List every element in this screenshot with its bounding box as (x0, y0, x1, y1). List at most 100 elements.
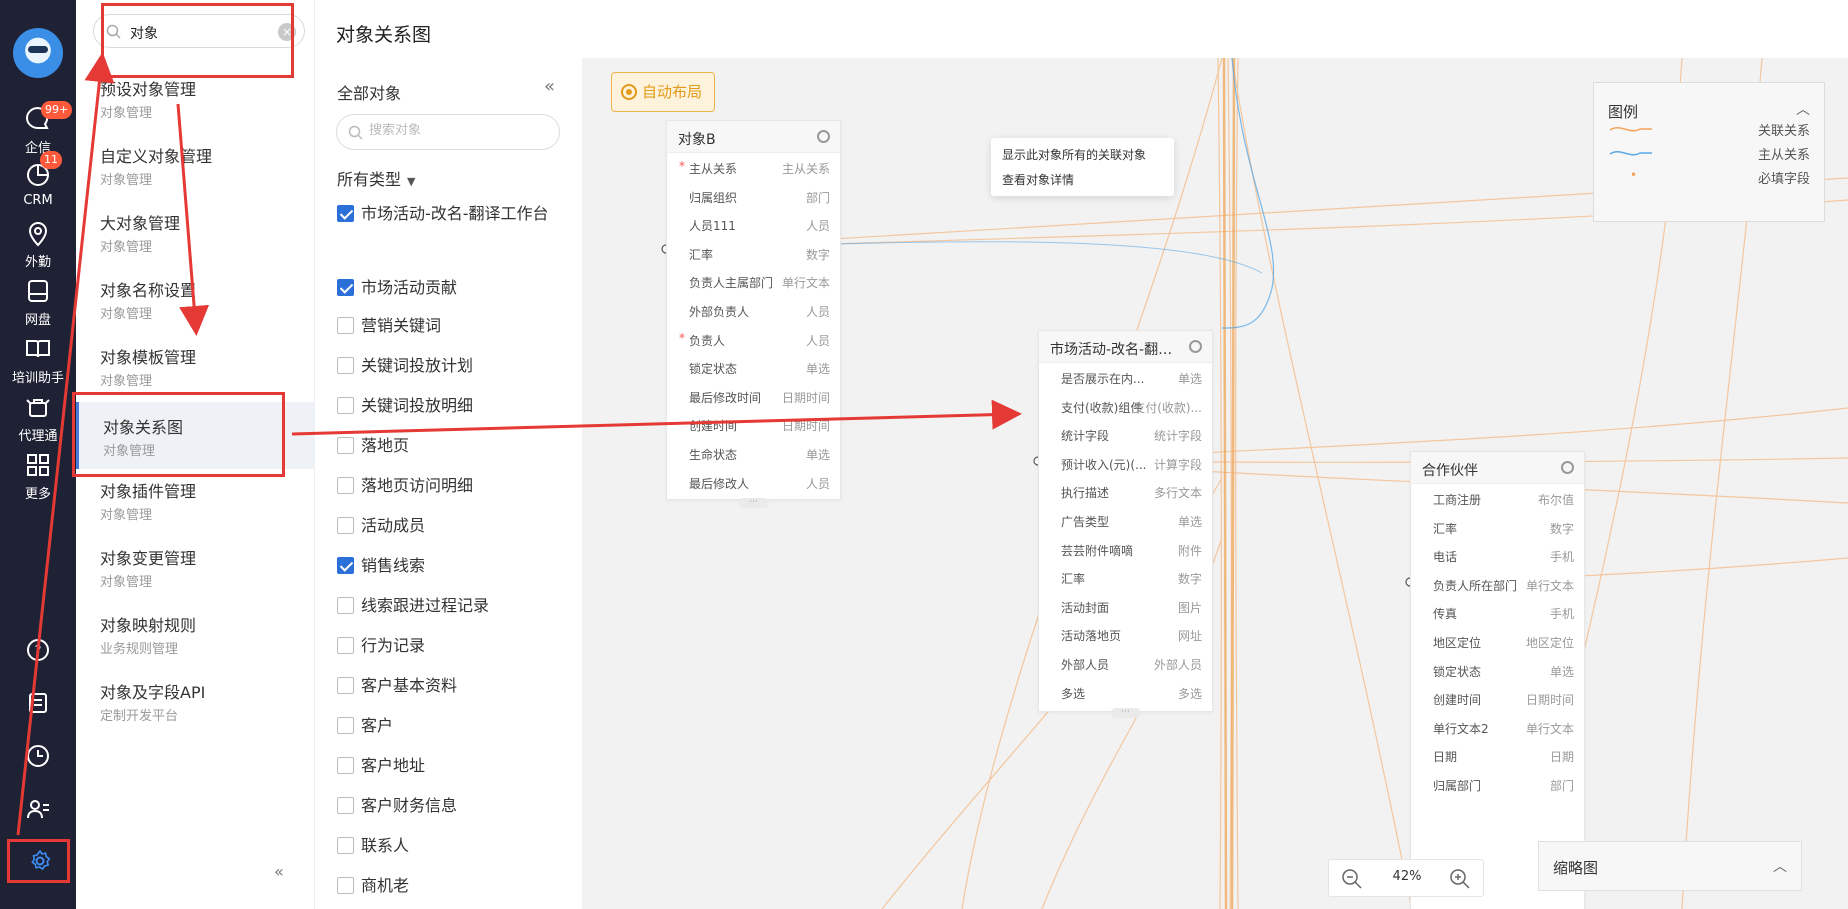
object-checkbox-row[interactable]: 关键词投放计划 (337, 354, 569, 377)
minimap-panel[interactable]: 缩略图 ︿ (1538, 841, 1802, 891)
object-checkbox-row[interactable]: 客户地址 (337, 754, 569, 777)
checkbox[interactable] (337, 557, 354, 574)
node-field-row[interactable]: 锁定状态 单选 (667, 353, 840, 382)
node-field-row[interactable]: 归属组织 部门 (667, 182, 840, 211)
node-field-row[interactable]: 单行文本2 单行文本 (1411, 713, 1584, 742)
rail-item-disk[interactable]: 网盘 (0, 276, 76, 328)
expand-minimap-icon[interactable]: ︿ (1773, 856, 1787, 876)
collapse-menu-icon[interactable]: « (274, 862, 284, 881)
node-field-row[interactable]: 传真 手机 (1411, 598, 1584, 627)
object-checkbox-row[interactable]: 市场活动-改名-翻译工作台 (337, 202, 569, 225)
node-field-row[interactable]: 负责人主属部门 单行文本 (667, 267, 840, 296)
menu-item-object-changes[interactable]: 对象变更管理 对象管理 (76, 545, 315, 611)
help-button[interactable]: ? (0, 630, 76, 670)
object-checkbox-row[interactable]: 销售线索 (337, 554, 569, 577)
menu-search-input[interactable]: 对象 × (93, 14, 305, 48)
object-checkbox-row[interactable]: 关键词投放明细 (337, 394, 569, 417)
menu-item-object-templates[interactable]: 对象模板管理 对象管理 (76, 344, 315, 410)
menu-item-object-mapping[interactable]: 对象映射规则 业务规则管理 (76, 612, 315, 678)
checkbox[interactable] (337, 877, 354, 894)
node-field-row[interactable]: 最后修改时间 日期时间 (667, 382, 840, 411)
node-field-row[interactable]: 地区定位 地区定位 (1411, 627, 1584, 656)
history-button[interactable] (0, 736, 76, 776)
checkbox[interactable] (337, 357, 354, 374)
checkbox[interactable] (337, 317, 354, 334)
object-checkbox-row[interactable]: 联系人 (337, 834, 569, 857)
node-field-row[interactable]: 活动封面 图片 (1039, 592, 1212, 621)
checkbox[interactable] (337, 205, 354, 222)
node-field-row[interactable]: 统计字段 统计字段 (1039, 420, 1212, 449)
checkbox[interactable] (337, 477, 354, 494)
object-checkbox-row[interactable]: 客户 (337, 714, 569, 737)
menu-item-big-objects[interactable]: 大对象管理 对象管理 (76, 210, 315, 276)
node-field-row[interactable]: 创建时间 日期时间 (1411, 684, 1584, 713)
object-checkbox-row[interactable]: 行为记录 (337, 634, 569, 657)
node-field-row[interactable]: 汇率 数字 (1039, 563, 1212, 592)
rail-item-crm[interactable]: CRM 11 (0, 151, 76, 208)
checkbox[interactable] (337, 677, 354, 694)
notes-button[interactable] (0, 683, 76, 723)
node-field-row[interactable]: 工商注册 布尔值 (1411, 484, 1584, 513)
object-checkbox-row[interactable]: 落地页 (337, 434, 569, 457)
rail-item-qixin[interactable]: 企信 99+ (0, 101, 76, 156)
checkbox[interactable] (337, 437, 354, 454)
node-field-row[interactable]: 多选 多选 (1039, 678, 1212, 707)
collapse-panel-icon[interactable]: « (544, 76, 555, 97)
object-search-field[interactable] (336, 114, 560, 150)
checkbox[interactable] (337, 637, 354, 654)
checkbox[interactable] (337, 757, 354, 774)
rail-item-agent[interactable]: 代理通 (0, 392, 76, 444)
node-settings-icon[interactable] (817, 130, 830, 143)
checkbox[interactable] (337, 597, 354, 614)
rail-item-more[interactable]: 更多 (0, 450, 76, 502)
node-field-row[interactable]: 汇率 数字 (667, 239, 840, 268)
menu-item-object-field-api[interactable]: 对象及字段API 定制开发平台 (76, 679, 315, 745)
node-field-row[interactable]: 执行描述 多行文本 (1039, 477, 1212, 506)
node-field-row[interactable]: 外部人员 外部人员 (1039, 649, 1212, 678)
checkbox[interactable] (337, 797, 354, 814)
menu-item-preset-objects[interactable]: 预设对象管理 对象管理 (76, 76, 315, 142)
object-checkbox-row[interactable]: 市场活动贡献 (337, 276, 569, 299)
contacts-button[interactable] (0, 789, 76, 829)
node-field-row[interactable]: 锁定状态 单选 (1411, 656, 1584, 685)
node-field-row[interactable]: 归属部门 部门 (1411, 770, 1584, 799)
object-checkbox-row[interactable]: 营销关键词 (337, 314, 569, 337)
zoom-out-icon[interactable] (1339, 866, 1365, 892)
node-field-row[interactable]: 外部负责人 人员 (667, 296, 840, 325)
auto-layout-button[interactable]: 自动布局 (611, 72, 715, 112)
object-checkbox-row[interactable]: 落地页访问明细 (337, 474, 569, 497)
more-fields-button[interactable]: ··· (1039, 706, 1212, 720)
node-field-row[interactable]: 广告类型 单选 (1039, 506, 1212, 535)
node-field-row[interactable]: 创建时间 日期时间 (667, 410, 840, 439)
clear-search-icon[interactable]: × (278, 23, 296, 41)
object-checkbox-row[interactable]: 活动成员 (337, 514, 569, 537)
node-field-row[interactable]: 活动落地页 网址 (1039, 620, 1212, 649)
menu-view-object-details[interactable]: 查看对象详情 (1002, 171, 1074, 188)
menu-item-custom-objects[interactable]: 自定义对象管理 对象管理 (76, 143, 315, 209)
node-field-row[interactable]: 芸芸附件嘀嘀 附件 (1039, 535, 1212, 564)
node-field-row[interactable]: 生命状态 单选 (667, 439, 840, 468)
object-checkbox-row[interactable]: 客户基本资料 (337, 674, 569, 697)
node-settings-icon[interactable] (1189, 340, 1202, 353)
rail-item-training[interactable]: 培训助手 (0, 334, 76, 386)
node-field-row[interactable]: 人员111 人员 (667, 210, 840, 239)
menu-show-related-objects[interactable]: 显示此对象所有的关联对象 (1002, 146, 1146, 163)
node-field-row[interactable]: 是否展示在内... 单选 (1039, 363, 1212, 392)
object-node-b[interactable]: 对象B * 主从关系 主从关系 归属组织 部门 人员111 人员 汇率 数字 负责人主属部门 单行文… (666, 120, 841, 509)
node-settings-icon[interactable] (1561, 461, 1574, 474)
zoom-in-icon[interactable] (1447, 866, 1473, 892)
object-checkbox-row[interactable]: 客户财务信息 (337, 794, 569, 817)
node-field-row[interactable]: 汇率 数字 (1411, 513, 1584, 542)
node-field-row[interactable]: 日期 日期 (1411, 741, 1584, 770)
user-avatar[interactable] (13, 28, 63, 78)
node-field-row[interactable]: 最后修改人 人员 (667, 468, 840, 497)
node-field-row[interactable]: 负责人所在部门 单行文本 (1411, 570, 1584, 599)
checkbox[interactable] (337, 717, 354, 734)
object-checkbox-row[interactable]: 线索跟进过程记录 (337, 594, 569, 617)
type-filter-dropdown[interactable]: 所有类型 ▼ (337, 166, 415, 190)
checkbox[interactable] (337, 279, 354, 296)
menu-item-object-relation-graph[interactable]: 对象关系图 对象管理 (76, 402, 315, 469)
menu-item-object-plugins[interactable]: 对象插件管理 对象管理 (76, 478, 315, 544)
node-field-row[interactable]: 支付(收款)组件 支付(收款)... (1039, 392, 1212, 421)
collapse-legend-icon[interactable]: ︿ (1796, 99, 1810, 119)
